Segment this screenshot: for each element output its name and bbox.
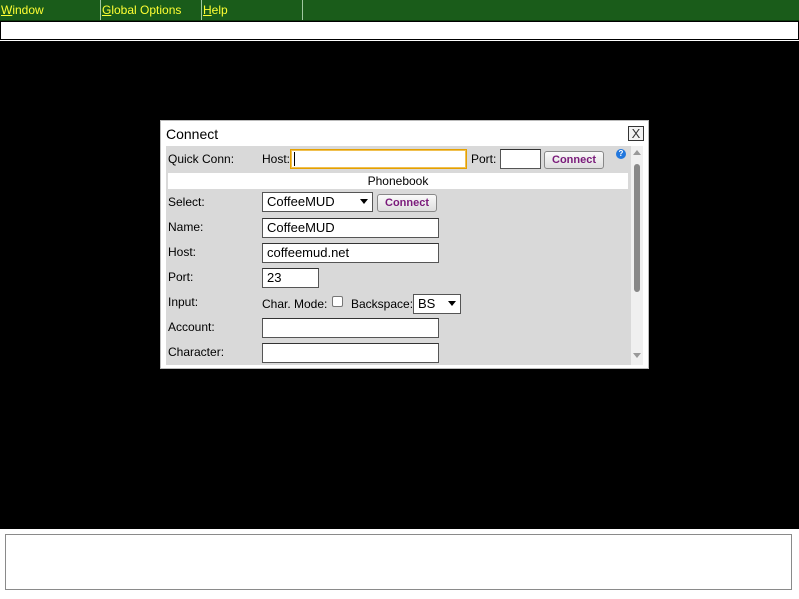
help-icon[interactable]: ?	[616, 149, 626, 159]
toolbar-strip	[0, 21, 799, 40]
menu-help[interactable]: Help	[202, 0, 303, 20]
quick-conn-label: Quick Conn:	[168, 152, 235, 166]
phonebook-select[interactable]: CoffeeMUD	[262, 192, 373, 212]
host-label: Host:	[168, 245, 197, 259]
dialog-scrollbar[interactable]	[631, 146, 643, 365]
host-field[interactable]: coffeemud.net	[262, 243, 439, 263]
quick-port-label: Port:	[471, 152, 497, 166]
char-mode-checkbox[interactable]	[332, 296, 343, 307]
input-label: Input:	[168, 295, 199, 309]
chevron-down-icon	[448, 301, 456, 306]
quick-host-label: Host:	[262, 152, 291, 166]
menu-global-options[interactable]: Global Options	[101, 0, 202, 20]
scroll-down-icon[interactable]	[633, 353, 641, 358]
scroll-up-icon[interactable]	[633, 150, 641, 155]
port-field[interactable]: 23	[262, 268, 319, 288]
phonebook-connect-button[interactable]: Connect	[377, 194, 437, 212]
dialog-content: Quick Conn: Host: Port: Connect ? Phoneb…	[166, 146, 628, 365]
character-field[interactable]	[262, 343, 439, 363]
chevron-down-icon	[360, 199, 368, 204]
name-label: Name:	[168, 220, 204, 234]
text-caret	[294, 152, 295, 166]
backspace-label: Backspace:	[351, 297, 414, 311]
char-mode-label: Char. Mode:	[262, 297, 328, 311]
phonebook-select-value: CoffeeMUD	[267, 194, 335, 209]
account-field[interactable]	[262, 318, 439, 338]
quick-port-input[interactable]	[500, 149, 541, 169]
quick-host-input[interactable]	[290, 149, 467, 169]
backspace-select[interactable]: BS	[413, 294, 461, 314]
menu-bar: Window Global Options Help	[0, 0, 799, 21]
account-label: Account:	[168, 320, 215, 334]
quick-connect-button[interactable]: Connect	[544, 151, 604, 169]
character-label: Character:	[168, 345, 225, 359]
menu-window[interactable]: Window	[0, 0, 101, 20]
select-label: Select:	[168, 195, 205, 209]
close-icon[interactable]: X	[628, 126, 644, 141]
backspace-select-value: BS	[418, 296, 436, 311]
phonebook-header: Phonebook	[168, 173, 628, 189]
connect-dialog: Connect X Quick Conn: Host: Port: Connec…	[160, 120, 649, 369]
name-field[interactable]: CoffeeMUD	[262, 218, 439, 238]
dialog-body: Quick Conn: Host: Port: Connect ? Phoneb…	[166, 146, 643, 365]
command-input[interactable]	[5, 534, 792, 590]
scroll-thumb[interactable]	[634, 164, 640, 292]
dialog-title: Connect	[166, 126, 219, 142]
port-label: Port:	[168, 270, 194, 284]
